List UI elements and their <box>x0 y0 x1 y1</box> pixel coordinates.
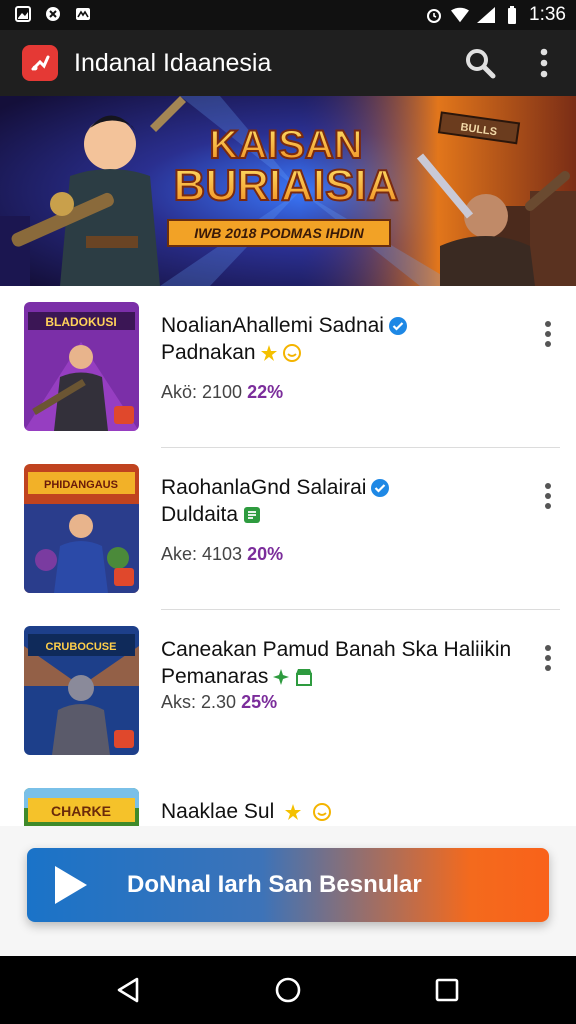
svg-text:BLADOKUSI: BLADOKUSI <box>45 315 116 329</box>
system-navigation-bar <box>0 956 576 1024</box>
game-thumbnail: PHIDANGAUS <box>24 464 139 593</box>
verified-icon <box>388 317 407 336</box>
system-icons: 1:36 <box>425 4 566 26</box>
svg-text:PHIDANGAUS: PHIDANGAUS <box>44 479 118 491</box>
recents-icon <box>435 978 459 1002</box>
wifi-icon <box>451 6 470 24</box>
document-icon <box>244 507 261 523</box>
signal-icon <box>477 6 496 24</box>
game-subtitle: Duldaita <box>161 503 262 527</box>
item-overflow-button[interactable] <box>536 316 560 352</box>
gallery-icon <box>14 5 32 23</box>
search-button[interactable] <box>462 45 498 81</box>
game-title: Caneakan Pamud Banah Ska Haliikin <box>161 638 512 661</box>
game-stats: Ake: 4103 20% <box>161 544 284 564</box>
game-subtitle: Pemanaras <box>161 665 314 689</box>
emoji-icon <box>312 803 331 822</box>
download-button-label: DoNnal Iarh San Besnular <box>127 871 422 898</box>
back-button[interactable] <box>112 974 144 1006</box>
download-button[interactable]: DoNnal Iarh San Besnular <box>27 848 549 922</box>
recents-button[interactable] <box>431 974 463 1006</box>
game-thumbnail: BLADOKUSI <box>24 302 139 431</box>
overflow-menu-button[interactable] <box>530 45 558 81</box>
list-item[interactable]: CRUBOCUSE Caneakan Pamud Banah Ska Halii… <box>0 610 576 772</box>
more-vert-icon <box>540 48 548 78</box>
app-toolbar: Indanal Idaanesia <box>0 30 576 96</box>
app-icon <box>44 5 62 23</box>
mail-icon <box>74 5 92 23</box>
home-button[interactable] <box>272 974 304 1006</box>
app-title: Indanal Idaanesia <box>74 49 272 77</box>
shop-icon <box>296 669 313 686</box>
list-item[interactable]: PHIDANGAUS RaohanlaGnd Salairai Duldaita… <box>0 448 576 610</box>
status-bar: 1:36 <box>0 0 576 30</box>
game-stats: Akö: 2100 22% <box>161 382 284 402</box>
game-thumbnail: CRUBOCUSE <box>24 626 139 755</box>
list-item[interactable]: BLADOKUSI NoalianAhallemi Sadnai Padnaka… <box>0 286 576 448</box>
download-bar: DoNnal Iarh San Besnular <box>0 826 576 956</box>
search-icon <box>466 49 496 79</box>
verified-icon <box>371 479 390 498</box>
game-subtitle: Padnakan <box>161 341 302 365</box>
home-icon <box>275 977 301 1003</box>
game-title: RaohanlaGnd Salairai <box>161 476 390 500</box>
clock-time: 1:36 <box>529 4 566 25</box>
sparkle-icon <box>273 669 290 685</box>
more-vert-icon <box>545 645 551 671</box>
emoji-icon <box>282 344 301 362</box>
svg-text:CRUBOCUSE: CRUBOCUSE <box>46 641 117 653</box>
svg-text:CHARKE: CHARKE <box>51 803 111 819</box>
star-icon <box>285 804 302 821</box>
game-title: NoalianAhallemi Sadnai <box>161 314 408 338</box>
star-icon <box>260 345 277 361</box>
app-logo-icon <box>22 45 58 81</box>
notification-icons <box>14 5 92 23</box>
play-icon <box>55 866 87 904</box>
battery-icon <box>503 6 521 24</box>
more-vert-icon <box>545 483 551 509</box>
item-overflow-button[interactable] <box>536 478 560 514</box>
game-stats: Aks: 2.30 25% <box>161 692 278 712</box>
promo-banner[interactable]: BULLS KAISAN BURIAISIA IWB 2018 PODMAS I… <box>0 96 576 286</box>
game-title: Naaklae Sul <box>161 800 332 824</box>
item-overflow-button[interactable] <box>536 640 560 676</box>
game-thumbnail: CHARKE <box>24 788 139 826</box>
list-item[interactable]: CHARKE Naaklae Sul <box>0 772 576 826</box>
more-vert-icon <box>545 321 551 347</box>
back-icon <box>117 977 139 1003</box>
game-list: BLADOKUSI NoalianAhallemi Sadnai Padnaka… <box>0 286 576 826</box>
alarm-icon <box>425 6 443 24</box>
banner-headline-2: BURIAISIA <box>174 161 399 210</box>
banner-tagline: IWB 2018 PODMAS IHDIN <box>194 225 364 241</box>
